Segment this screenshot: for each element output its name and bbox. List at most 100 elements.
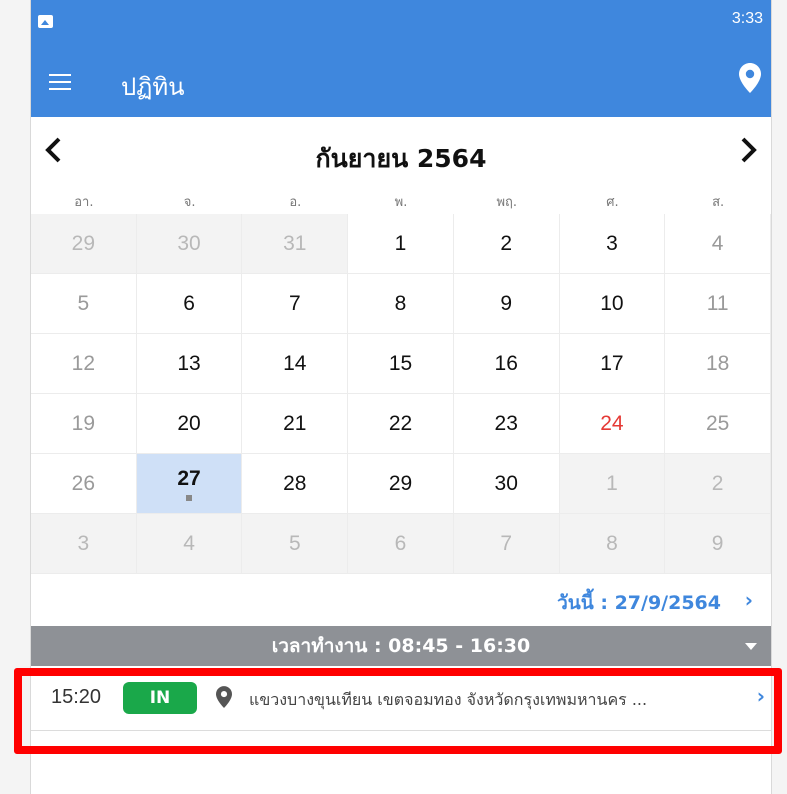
day-number: 3 bbox=[77, 531, 90, 555]
record-time: 15:20 bbox=[51, 686, 102, 708]
calendar-day[interactable]: 22 bbox=[348, 394, 454, 454]
day-number: 12 bbox=[71, 351, 96, 375]
day-number: 24 bbox=[600, 411, 624, 435]
calendar-day[interactable]: 4 bbox=[665, 214, 771, 274]
calendar-day[interactable]: 23 bbox=[453, 394, 560, 454]
calendar-day[interactable]: 29 bbox=[31, 214, 137, 274]
map-pin-icon[interactable] bbox=[739, 63, 761, 93]
calendar-day[interactable]: 19 bbox=[31, 394, 137, 454]
weekday-label: ศ. bbox=[606, 195, 619, 210]
calendar-day[interactable]: 9 bbox=[453, 274, 560, 334]
weekday-label: พ. bbox=[394, 195, 408, 210]
day-number: 3 bbox=[606, 231, 618, 255]
calendar-day[interactable]: 13 bbox=[136, 334, 243, 394]
calendar-day[interactable]: 29 bbox=[348, 454, 454, 514]
calendar-day[interactable]: 5 bbox=[31, 274, 137, 334]
calendar-day[interactable]: 4 bbox=[136, 514, 243, 574]
calendar-day[interactable]: 20 bbox=[136, 394, 243, 454]
calendar-day[interactable]: 1 bbox=[559, 454, 666, 514]
work-hours-bar[interactable]: เวลาทำงาน : 08:45 - 16:30 bbox=[31, 626, 771, 666]
chevron-right-icon[interactable] bbox=[739, 135, 759, 165]
calendar-day[interactable]: 15 bbox=[348, 334, 454, 394]
day-number: 7 bbox=[288, 291, 301, 315]
calendar-day[interactable]: 21 bbox=[242, 394, 349, 454]
calendar-day[interactable]: 12 bbox=[31, 334, 137, 394]
day-number: 21 bbox=[283, 411, 307, 435]
day-number: 27 bbox=[177, 466, 201, 490]
calendar-day[interactable]: 10 bbox=[559, 274, 666, 334]
attendance-record[interactable]: 15:20 IN แขวงบางขุนเทียน เขตจอมทอง จังหว… bbox=[31, 666, 771, 731]
calendar-day[interactable]: 14 bbox=[242, 334, 349, 394]
calendar-day[interactable]: 31 bbox=[242, 214, 349, 274]
hamburger-icon[interactable] bbox=[49, 74, 71, 90]
calendar-day[interactable]: 6 bbox=[136, 274, 243, 334]
calendar-day[interactable]: 7 bbox=[453, 514, 560, 574]
day-number: 8 bbox=[606, 531, 618, 555]
calendar-day[interactable]: 28 bbox=[242, 454, 349, 514]
weekday-label: อ. bbox=[289, 195, 302, 210]
day-number: 4 bbox=[711, 231, 724, 255]
day-number: 13 bbox=[177, 351, 201, 375]
calendar-day[interactable]: 6 bbox=[348, 514, 454, 574]
day-number: 15 bbox=[388, 351, 413, 375]
calendar-day[interactable]: 8 bbox=[559, 514, 666, 574]
calendar-day[interactable]: 30 bbox=[136, 214, 243, 274]
calendar-day[interactable]: 8 bbox=[348, 274, 454, 334]
calendar-day[interactable]: 18 bbox=[665, 334, 771, 394]
day-number: 14 bbox=[283, 351, 307, 375]
calendar-day[interactable]: 16 bbox=[453, 334, 560, 394]
calendar-day[interactable]: 24 bbox=[559, 394, 666, 454]
calendar-day[interactable]: 9 bbox=[665, 514, 771, 574]
calendar-day[interactable]: 3 bbox=[559, 214, 666, 274]
day-number: 1 bbox=[394, 231, 407, 255]
day-number: 10 bbox=[600, 291, 624, 315]
calendar-day[interactable]: 5 bbox=[242, 514, 349, 574]
chevron-right-icon[interactable]: › bbox=[745, 588, 753, 612]
chevron-right-icon[interactable]: › bbox=[757, 684, 765, 708]
calendar-day[interactable]: 11 bbox=[665, 274, 771, 334]
weekday-label: ส. bbox=[712, 195, 725, 210]
day-number: 8 bbox=[394, 291, 407, 315]
status-time: 3:33 bbox=[731, 10, 763, 27]
day-number: 6 bbox=[394, 531, 407, 555]
weekday-label: พฤ. bbox=[496, 195, 518, 210]
day-number: 2 bbox=[711, 471, 724, 495]
day-number: 2 bbox=[500, 231, 513, 255]
day-number: 18 bbox=[705, 351, 730, 375]
day-number: 30 bbox=[177, 231, 201, 255]
phone-screen: 3:33 ปฏิทิน กันยายน 2564 อา. จ. อ. พ. พฤ. ศ. ส… bbox=[30, 0, 772, 794]
day-number: 17 bbox=[600, 351, 624, 375]
weekday-header: อา. จ. อ. พ. พฤ. ศ. ส. bbox=[31, 191, 771, 214]
calendar-grid: 29 30 31 1 2 3 4 5 6 7 8 9 10 11 12 13 14 15 16 17 18 19 20 21 2… bbox=[31, 214, 771, 574]
calendar-day[interactable]: 1 bbox=[348, 214, 454, 274]
calendar-day[interactable]: 2 bbox=[665, 454, 771, 514]
day-number: 5 bbox=[77, 291, 90, 315]
today-row: วันนี้ : 27/9/2564 › bbox=[31, 574, 771, 626]
day-number: 19 bbox=[71, 411, 96, 435]
day-number: 29 bbox=[388, 471, 413, 495]
calendar-day[interactable]: 25 bbox=[665, 394, 771, 454]
calendar-day[interactable]: 30 bbox=[453, 454, 560, 514]
dropdown-arrow-icon bbox=[745, 643, 757, 650]
month-navigation: กันยายน 2564 bbox=[31, 117, 771, 191]
weekday-label: อา. bbox=[74, 195, 94, 210]
day-number: 9 bbox=[500, 291, 513, 315]
day-number: 5 bbox=[288, 531, 301, 555]
day-number: 11 bbox=[706, 291, 729, 315]
calendar-day[interactable]: 3 bbox=[31, 514, 137, 574]
day-number: 26 bbox=[71, 471, 96, 495]
calendar-day[interactable]: 2 bbox=[453, 214, 560, 274]
image-notification-icon bbox=[38, 15, 53, 28]
day-number: 25 bbox=[705, 411, 730, 435]
day-number: 30 bbox=[494, 471, 518, 495]
calendar-day[interactable]: 17 bbox=[559, 334, 666, 394]
event-dot bbox=[186, 494, 193, 501]
calendar-day[interactable]: 26 bbox=[31, 454, 137, 514]
work-hours-label: เวลาทำงาน : 08:45 - 16:30 bbox=[271, 635, 531, 657]
calendar-day[interactable]: 27 bbox=[136, 454, 243, 514]
page-title: ปฏิทิน bbox=[121, 73, 185, 101]
today-link[interactable]: วันนี้ : 27/9/2564 bbox=[557, 588, 721, 618]
month-title: กันยายน 2564 bbox=[315, 144, 487, 173]
weekday-label: จ. bbox=[183, 195, 196, 210]
calendar-day[interactable]: 7 bbox=[242, 274, 349, 334]
